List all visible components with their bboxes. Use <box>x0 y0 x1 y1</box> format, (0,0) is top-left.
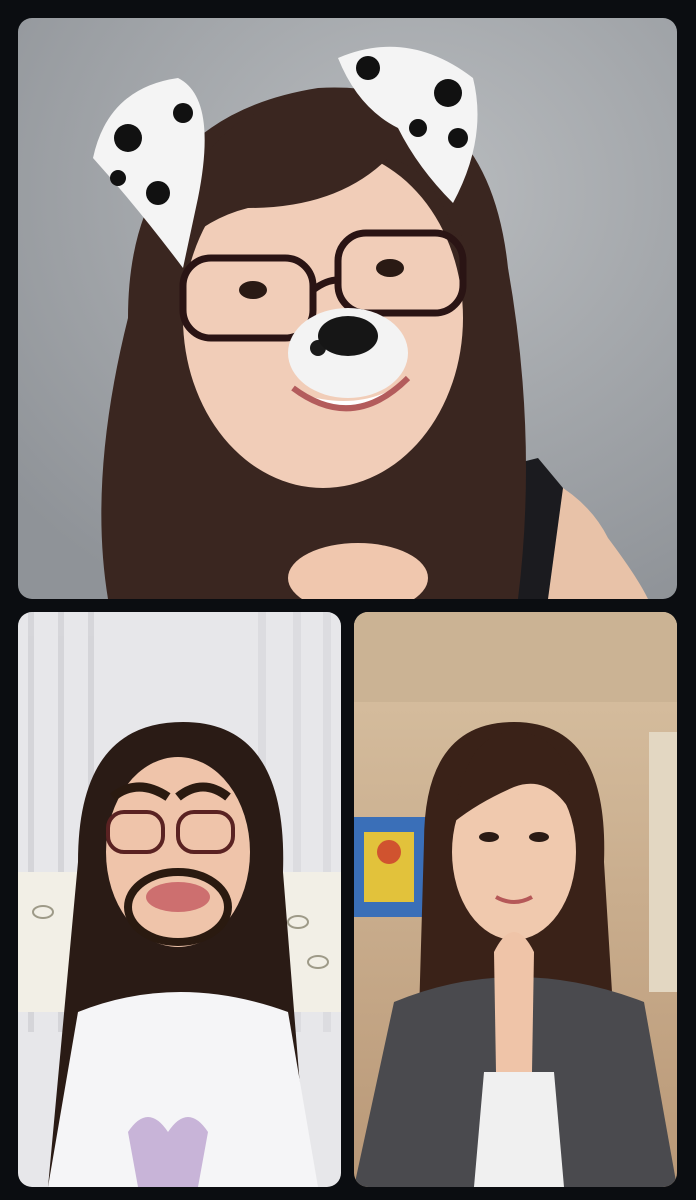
participant-video-feed <box>354 612 677 1187</box>
participant-video-tile-top[interactable] <box>18 18 677 599</box>
dog-nose-filter-icon <box>288 308 408 398</box>
participant-video-tile-bottom-left[interactable] <box>18 612 341 1187</box>
live-video-call-screen <box>0 0 696 1200</box>
participant-video-feed <box>18 612 341 1187</box>
participant-video-tile-bottom-right[interactable] <box>354 612 677 1187</box>
participant-video-feed <box>18 18 677 599</box>
praying-hands-icon <box>494 932 534 1072</box>
